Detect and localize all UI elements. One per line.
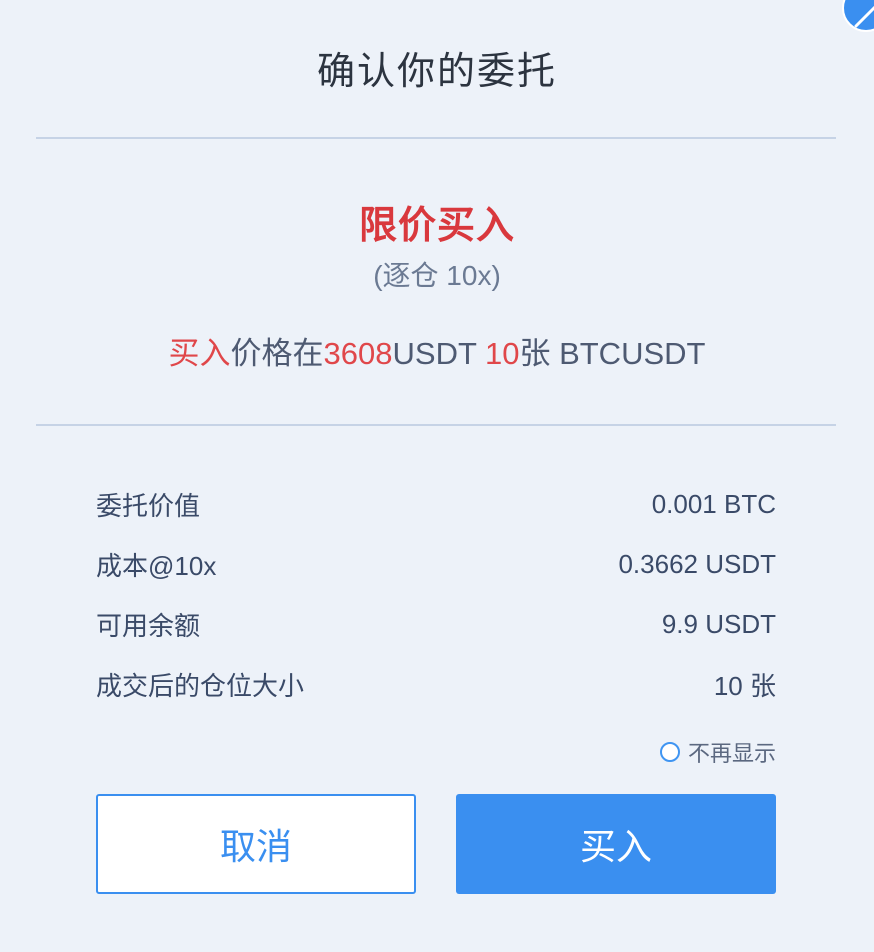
dont-show-again-option[interactable]: 不再显示	[659, 736, 776, 768]
summary-action: 买入	[168, 336, 231, 371]
dont-show-again-label: 不再显示	[687, 741, 776, 766]
detail-value: 9.9 USDT	[661, 608, 776, 639]
dont-show-again-radio[interactable]	[659, 742, 680, 762]
cancel-button[interactable]: 取消	[96, 794, 416, 894]
order-details: 委托价值 0.001 BTC 成本@10x 0.3662 USDT 可用余额 9…	[96, 474, 776, 714]
confirm-order-dialog: 确认你的委托 限价买入 (逐仓 10x) 买入价格在3608USDT 10张 B…	[0, 0, 874, 952]
middle-divider	[36, 424, 836, 426]
detail-label: 可用余额	[96, 610, 201, 641]
detail-row-order-value: 委托价值 0.001 BTC	[96, 474, 776, 534]
detail-value: 10 张	[713, 670, 776, 701]
summary-price: 3608	[323, 336, 393, 371]
detail-value: 0.001 BTC	[651, 488, 776, 519]
detail-label: 成交后的仓位大小	[96, 670, 305, 701]
detail-row-available-balance: 可用余额 9.9 USDT	[96, 594, 776, 654]
summary-price-unit: USDT	[392, 336, 485, 371]
confirm-buy-button[interactable]: 买入	[456, 794, 776, 894]
summary-quantity: 10	[484, 336, 520, 371]
detail-row-cost: 成本@10x 0.3662 USDT	[96, 534, 776, 594]
detail-label: 成本@10x	[96, 550, 217, 581]
order-summary: 买入价格在3608USDT 10张 BTCUSDT	[0, 328, 874, 373]
detail-row-position-size: 成交后的仓位大小 10 张	[96, 654, 776, 714]
order-type-label: 限价买入	[358, 205, 515, 247]
margin-mode-label: (逐仓 10x)	[373, 260, 501, 291]
detail-value: 0.3662 USDT	[618, 548, 776, 579]
detail-label: 委托价值	[96, 490, 201, 521]
summary-price-prefix: 价格在	[230, 336, 324, 371]
dialog-title: 确认你的委托	[316, 51, 557, 93]
close-button[interactable]	[842, 0, 874, 32]
summary-quantity-unit: 张 BTCUSDT	[519, 336, 706, 371]
top-divider	[36, 137, 836, 139]
close-icon	[854, 5, 874, 28]
